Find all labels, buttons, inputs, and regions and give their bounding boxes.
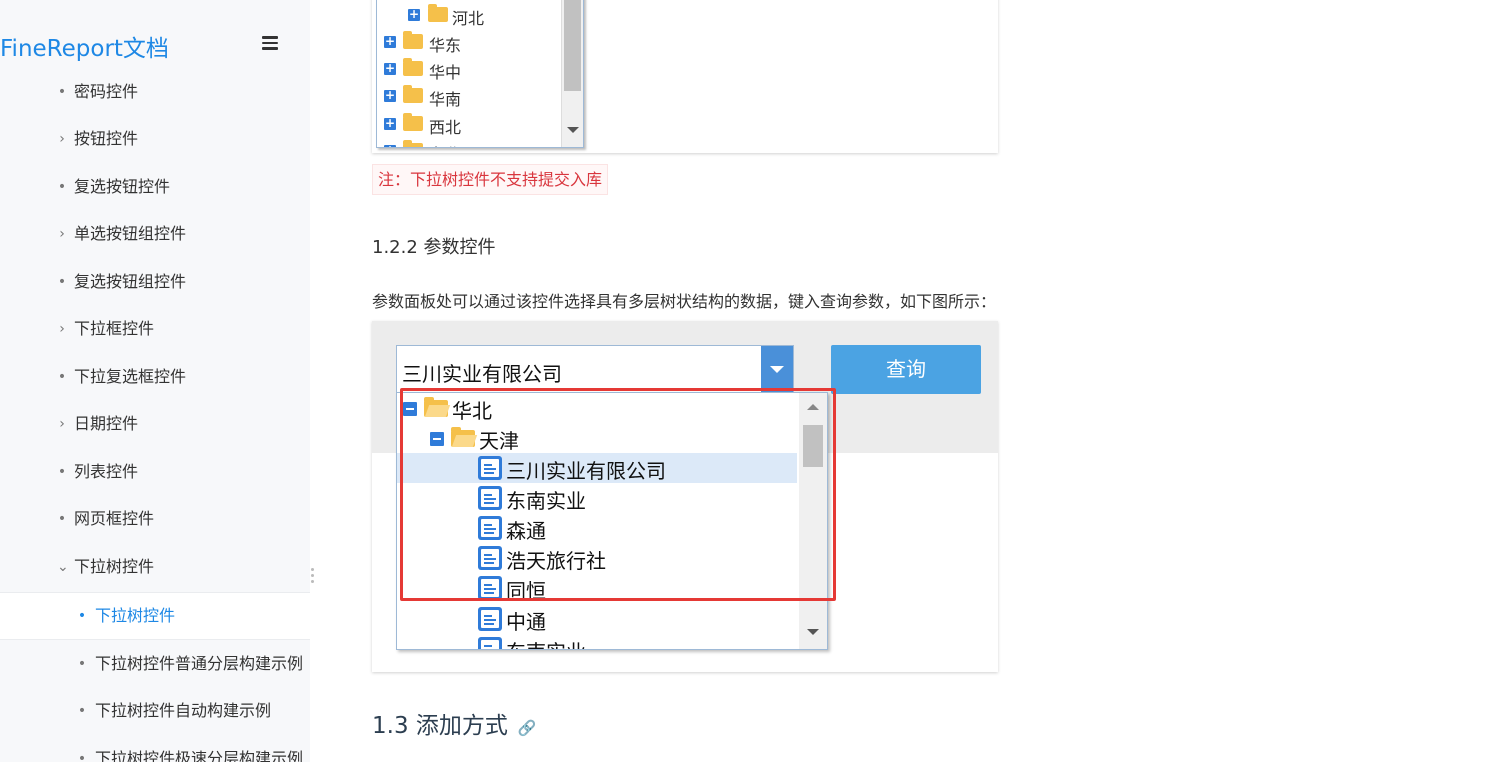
scroll-down-arrow-icon[interactable]	[567, 127, 579, 133]
highlight-annotation-box	[400, 388, 836, 601]
tree-node-label: 河北	[452, 9, 485, 28]
section-paragraph: 参数面板处可以通过该控件选择具有多层树状结构的数据，键入查询参数，如下图所示：	[372, 292, 997, 311]
folder-icon	[403, 58, 423, 76]
sidebar-item-label: 下拉复选框控件	[74, 367, 187, 386]
scroll-down-arrow-icon[interactable]	[807, 629, 819, 635]
folder-icon	[403, 85, 423, 103]
sidebar-item-label: 列表控件	[74, 462, 139, 481]
tree-node-label: 华中	[429, 63, 462, 82]
expand-icon[interactable]: +	[384, 144, 396, 147]
sidebar-item-dropdown-tree-control-active[interactable]: • 下拉树控件	[0, 592, 310, 640]
folder-icon	[428, 4, 448, 22]
section-heading-1-2-2: 1.2.2 参数控件	[372, 237, 496, 258]
sidebar-item-label: 下拉框控件	[74, 319, 155, 338]
note-callout: 注：下拉树控件不支持提交入库	[372, 164, 609, 195]
dropdown-arrow-icon[interactable]	[761, 346, 793, 392]
expand-icon[interactable]: +	[384, 35, 396, 48]
sidebar-item-checkbox-group-control[interactable]: • 复选按钮组控件	[0, 262, 310, 302]
sidebar-item-label: 日期控件	[74, 414, 139, 433]
sidebar-item-label: 网页框控件	[74, 509, 155, 528]
tree-node-label: 东北	[429, 141, 461, 147]
bullet-icon: •	[57, 84, 67, 100]
sidebar-item-tree-fast-example[interactable]: • 下拉树控件极速分层构建示例	[0, 739, 310, 762]
chevron-down-icon: ⌄	[57, 559, 69, 575]
bullet-icon: •	[57, 464, 67, 480]
sidebar-item-label: 按钮控件	[74, 129, 139, 148]
site-brand[interactable]: FineReport文档	[0, 29, 169, 63]
expand-icon[interactable]: +	[384, 62, 396, 75]
sidebar: FineReport文档 • 密码控件 › 按钮控件 • 复选按钮控件 › 单选…	[0, 0, 310, 762]
tree-leaf[interactable]: 东南实业	[397, 634, 797, 649]
sidebar-item-label: 下拉树控件极速分层构建示例	[95, 749, 304, 762]
combobox-value[interactable]: 三川实业有限公司	[402, 358, 562, 387]
tree-node-label: 华东	[429, 36, 462, 55]
chevron-right-icon: ›	[59, 131, 65, 147]
bullet-icon: •	[57, 369, 67, 385]
dropdown-tree-combobox[interactable]: 三川实业有限公司	[396, 345, 794, 393]
tree-popup: + 河北 + 华东 + 华中 + 华南 + 西北	[376, 0, 584, 148]
sidebar-item-button-control[interactable]: › 按钮控件	[0, 119, 310, 159]
tree-node-label: 西北	[429, 118, 462, 137]
expand-icon[interactable]: +	[384, 89, 396, 102]
bullet-icon: •	[57, 179, 67, 195]
sidebar-item-label: 单选按钮组控件	[74, 224, 187, 243]
sidebar-item-webpage-control[interactable]: • 网页框控件	[0, 499, 310, 539]
sidebar-item-password-control[interactable]: • 密码控件	[0, 72, 310, 112]
tree-node-label: 东南实业	[506, 636, 586, 649]
expand-icon[interactable]: +	[384, 117, 396, 130]
sidebar-item-label: 复选按钮控件	[74, 177, 171, 196]
sidebar-item-label: 下拉树控件	[95, 606, 176, 625]
chevron-right-icon: ›	[59, 321, 65, 337]
sidebar-item-list-control[interactable]: • 列表控件	[0, 452, 310, 492]
sidebar-item-label: 下拉树控件自动构建示例	[95, 701, 272, 720]
sidebar-item-dropdown-control[interactable]: › 下拉框控件	[0, 309, 310, 349]
sidebar-item-tree-layered-example[interactable]: • 下拉树控件普通分层构建示例	[0, 644, 310, 684]
section-heading-1-3: 1.3 添加方式 🔗	[372, 706, 537, 740]
expand-icon[interactable]: +	[408, 8, 420, 21]
folder-icon	[403, 31, 423, 49]
tree-leaf[interactable]: 中通	[397, 604, 797, 634]
tree-node-label: 中通	[506, 610, 546, 634]
sidebar-item-dropdown-checkbox-control[interactable]: • 下拉复选框控件	[0, 357, 310, 397]
sidebar-item-dropdown-tree-group[interactable]: ⌄ 下拉树控件	[0, 547, 310, 587]
bullet-icon: •	[57, 274, 67, 290]
sidebar-item-radio-group-control[interactable]: › 单选按钮组控件	[0, 214, 310, 254]
hamburger-menu-icon[interactable]	[262, 36, 278, 50]
section-heading-text: 1.3 添加方式	[372, 713, 508, 739]
sidebar-item-checkbox-control[interactable]: • 复选按钮控件	[0, 167, 310, 207]
document-icon	[478, 637, 502, 649]
folder-icon	[403, 113, 423, 131]
sidebar-item-label: 密码控件	[74, 82, 139, 101]
figure-dropdown-tree-top: + 河北 + 华东 + 华中 + 华南 + 西北	[372, 0, 998, 153]
figure-parameter-control: 三川实业有限公司 查询 华北 天津 三川实业有限公司 东南实业 森通 浩天旅行社…	[372, 321, 998, 672]
bullet-icon: •	[77, 751, 87, 762]
link-icon[interactable]: 🔗	[518, 719, 537, 737]
sidebar-item-date-control[interactable]: › 日期控件	[0, 404, 310, 444]
bullet-icon: •	[77, 703, 87, 719]
bullet-icon: •	[57, 511, 67, 527]
main-content: + 河北 + 华东 + 华中 + 华南 + 西北 注：下拉树控件不支持提交入库 …	[310, 0, 1509, 762]
sidebar-item-label: 复选按钮组控件	[74, 272, 187, 291]
query-button[interactable]: 查询	[831, 345, 981, 394]
bullet-icon: •	[77, 608, 87, 624]
tree-node-label: 华南	[429, 90, 462, 109]
chevron-right-icon: ›	[59, 226, 65, 242]
scrollbar-thumb[interactable]	[564, 0, 581, 91]
chevron-right-icon: ›	[59, 416, 65, 432]
sidebar-item-label: 下拉树控件普通分层构建示例	[95, 654, 304, 673]
scrollbar[interactable]	[561, 0, 583, 147]
bullet-icon: •	[77, 656, 87, 672]
document-icon	[478, 607, 502, 631]
sidebar-item-tree-auto-example[interactable]: • 下拉树控件自动构建示例	[0, 691, 310, 731]
sidebar-item-label: 下拉树控件	[74, 557, 155, 576]
folder-icon	[403, 140, 423, 147]
